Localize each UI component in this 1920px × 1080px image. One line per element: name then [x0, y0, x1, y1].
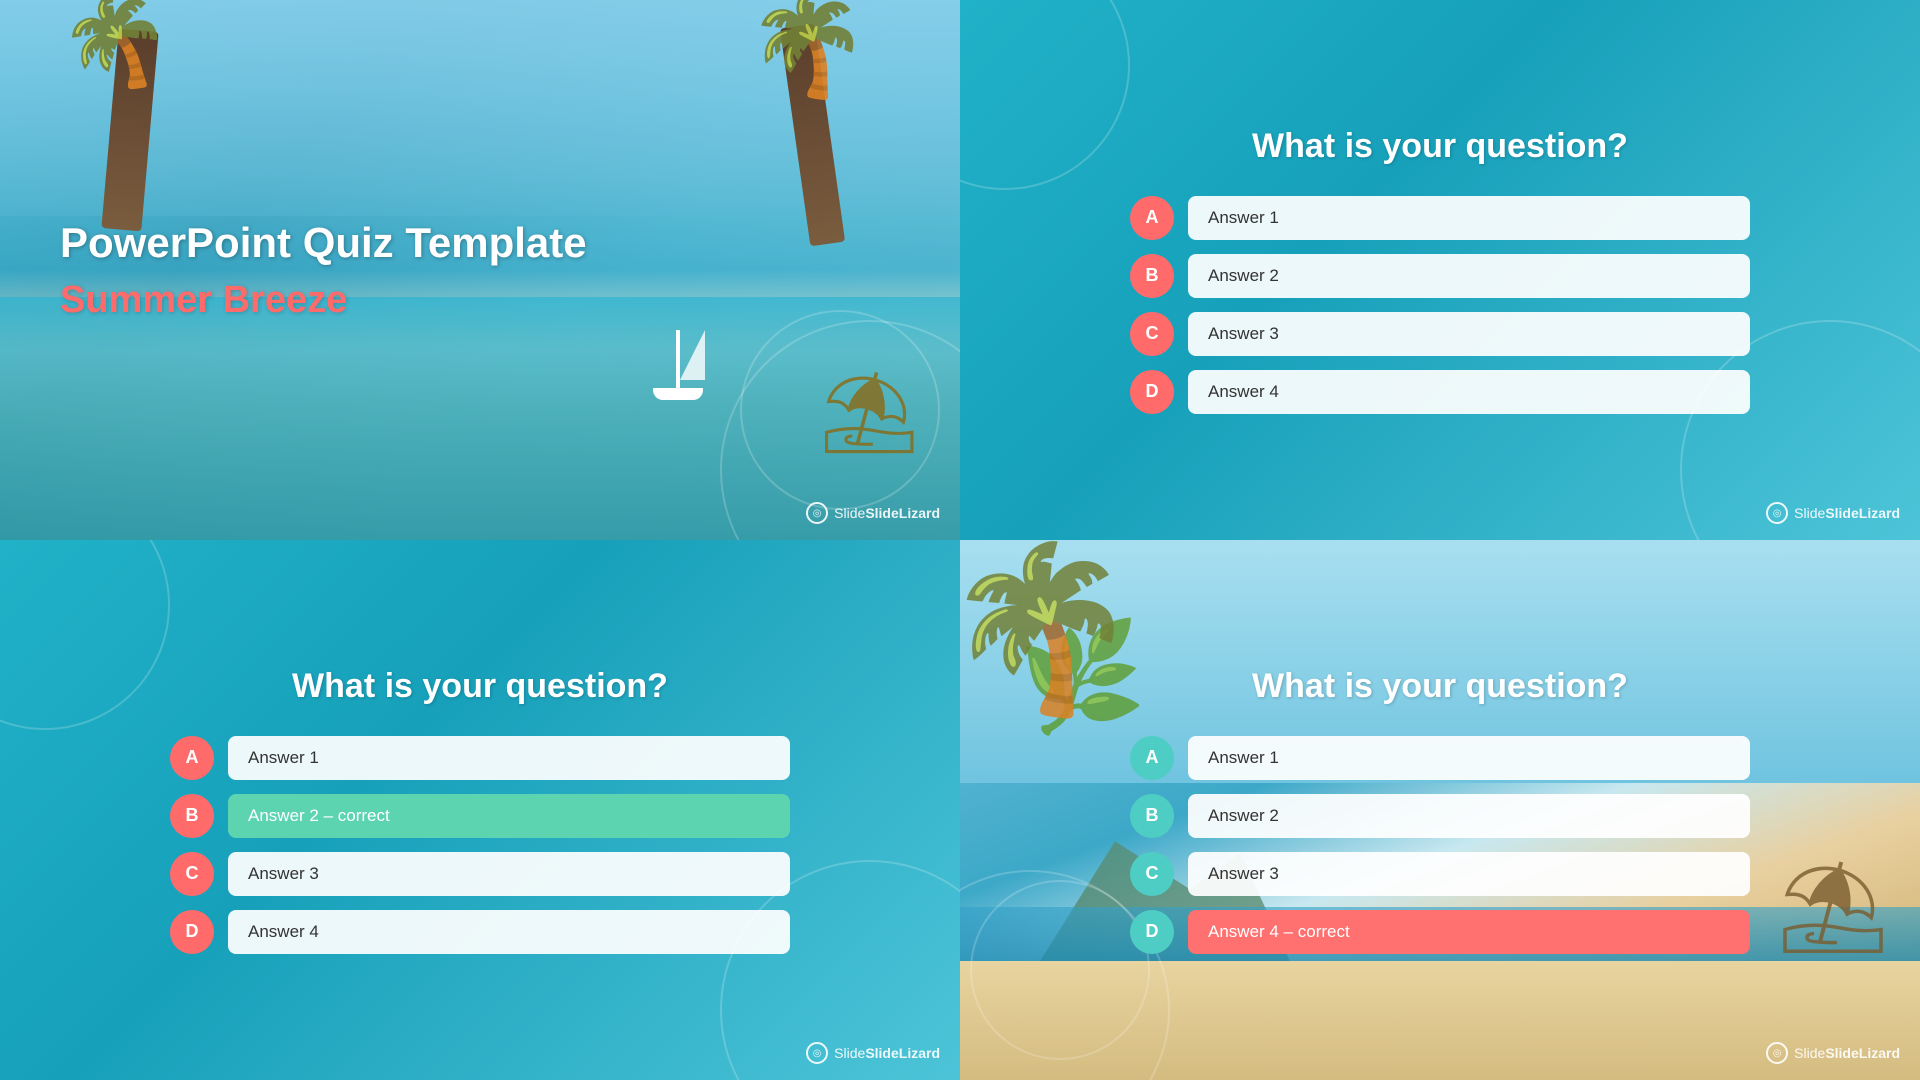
answer-b4: Answer 2: [1188, 794, 1750, 838]
beach-umbrella: ⛱: [818, 366, 920, 460]
slide-title: 🌴 🌴 ⛱ PowerPoint Quiz Template Summer Br…: [0, 0, 960, 540]
answers-slide4: A Answer 1 B Answer 2 C Answer 3 D Answe…: [1130, 736, 1750, 954]
slidelizard-logo: ◎: [806, 502, 828, 524]
question-slide3: What is your question?: [292, 667, 668, 706]
decorative-circle-tl2: [960, 0, 1130, 190]
badge-c4: C: [1130, 852, 1174, 896]
slidelizard-logo4: ◎: [1766, 1042, 1788, 1064]
branding-slide3: ◎ SlideSlideLizard: [806, 1042, 940, 1064]
badge-b3: B: [170, 794, 214, 838]
answer-c4: Answer 3: [1188, 852, 1750, 896]
answers-slide3: A Answer 1 B Answer 2 – correct C Answer…: [170, 736, 790, 954]
badge-a3: A: [170, 736, 214, 780]
badge-b2: B: [1130, 254, 1174, 298]
answer-row-a2: A Answer 1: [1130, 196, 1750, 240]
answer-d4-correct: Answer 4 – correct: [1188, 910, 1750, 954]
slide-quiz-3: What is your question? A Answer 1 B Answ…: [0, 540, 960, 1080]
answer-row-b4: B Answer 2: [1130, 794, 1750, 838]
answers-slide2: A Answer 1 B Answer 2 C Answer 3 D Answe…: [1130, 196, 1750, 414]
answer-row-a3: A Answer 1: [170, 736, 790, 780]
answer-row-c4: C Answer 3: [1130, 852, 1750, 896]
badge-b4: B: [1130, 794, 1174, 838]
subtitle: Summer Breeze: [60, 279, 900, 322]
answer-row-c3: C Answer 3: [170, 852, 790, 896]
answer-c2: Answer 3: [1188, 312, 1750, 356]
answer-row-a4: A Answer 1: [1130, 736, 1750, 780]
answer-c3: Answer 3: [228, 852, 790, 896]
answer-row-d4: D Answer 4 – correct: [1130, 910, 1750, 954]
title-content: PowerPoint Quiz Template Summer Breeze: [60, 219, 900, 322]
branding-text3: SlideSlideLizard: [834, 1045, 940, 1061]
beach-umbrella-4: ⛱: [1776, 855, 1890, 960]
branding-slide1: ◎ SlideSlideLizard: [806, 502, 940, 524]
decorative-circle-br2: [970, 880, 1150, 1060]
answer-row-b2: B Answer 2: [1130, 254, 1750, 298]
slidelizard-logo2: ◎: [1766, 502, 1788, 524]
slidelizard-logo3: ◎: [806, 1042, 828, 1064]
answer-row-d2: D Answer 4: [1130, 370, 1750, 414]
badge-c2: C: [1130, 312, 1174, 356]
badge-a2: A: [1130, 196, 1174, 240]
answer-d2: Answer 4: [1188, 370, 1750, 414]
answer-row-b3: B Answer 2 – correct: [170, 794, 790, 838]
answer-row-d3: D Answer 4: [170, 910, 790, 954]
badge-d2: D: [1130, 370, 1174, 414]
badge-c3: C: [170, 852, 214, 896]
answer-b3-correct: Answer 2 – correct: [228, 794, 790, 838]
beach-palm-main: 🌴: [960, 540, 1147, 730]
branding-slide2: ◎ SlideSlideLizard: [1766, 502, 1900, 524]
answer-a2: Answer 1: [1188, 196, 1750, 240]
slide-quiz-4: 🌴 🌿 ⛱ What is your question? A Answer 1 …: [960, 540, 1920, 1080]
branding-slide4: ◎ SlideSlideLizard: [1766, 1042, 1900, 1064]
badge-d4: D: [1130, 910, 1174, 954]
palm-tree-1: 🌴: [80, 0, 120, 190]
answer-d3: Answer 4: [228, 910, 790, 954]
branding-text4: SlideSlideLizard: [1794, 1045, 1900, 1061]
answer-a4: Answer 1: [1188, 736, 1750, 780]
answer-b2: Answer 2: [1188, 254, 1750, 298]
main-title: PowerPoint Quiz Template: [60, 219, 900, 267]
palm-tree-2: 🌴: [775, 0, 810, 215]
badge-d3: D: [170, 910, 214, 954]
badge-a4: A: [1130, 736, 1174, 780]
slide-quiz-2: What is your question? A Answer 1 B Answ…: [960, 0, 1920, 540]
answer-row-c2: C Answer 3: [1130, 312, 1750, 356]
branding-text: SlideSlideLizard: [834, 505, 940, 521]
answer-a3: Answer 1: [228, 736, 790, 780]
question-slide4: What is your question?: [1252, 667, 1628, 706]
sailboat: [676, 330, 680, 400]
branding-text2: SlideSlideLizard: [1794, 505, 1900, 521]
decorative-circle-bl2: [0, 540, 170, 730]
question-slide2: What is your question?: [1252, 127, 1628, 166]
